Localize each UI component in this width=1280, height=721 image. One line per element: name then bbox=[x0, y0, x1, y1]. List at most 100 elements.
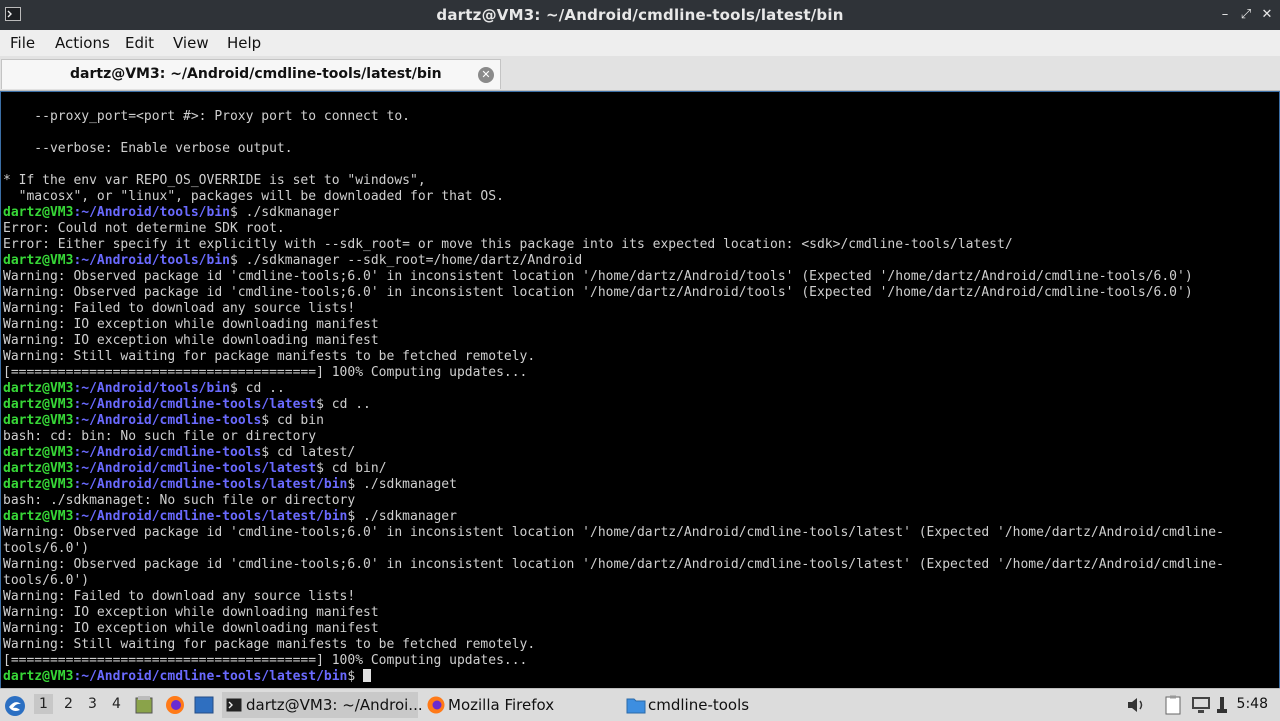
terminal-line: tools/6.0') bbox=[3, 541, 90, 556]
task-firefox[interactable]: Mozilla Firefox bbox=[424, 692, 614, 718]
terminal-line: Warning: IO exception while downloading … bbox=[3, 333, 379, 348]
terminal-line: bash: ./sdkmanaget: No such file or dire… bbox=[3, 493, 356, 508]
task-folder-label: cmdline-tools bbox=[648, 696, 750, 714]
start-menu-icon[interactable] bbox=[4, 695, 26, 717]
minimize-button[interactable]: – bbox=[1216, 6, 1234, 24]
terminal-tab[interactable]: dartz@VM3: ~/Android/cmdline-tools/lates… bbox=[1, 59, 501, 89]
command-text: $ cd bin/ bbox=[316, 461, 387, 476]
command-text: $ ./sdkmanager --sdk_root=/home/dartz/An… bbox=[230, 253, 583, 268]
terminal-line: --verbose: Enable verbose output. bbox=[3, 141, 293, 156]
tab-title: dartz@VM3: ~/Android/cmdline-tools/lates… bbox=[70, 66, 442, 82]
menu-view[interactable]: View bbox=[173, 34, 209, 52]
command-text: $ cd latest/ bbox=[261, 445, 356, 460]
firefox-launcher-icon[interactable] bbox=[164, 694, 186, 716]
maximize-button[interactable]: ⤢ bbox=[1237, 6, 1255, 24]
prompt-path: :~/Android/cmdline-tools bbox=[73, 413, 262, 428]
terminal-line: Warning: Observed package id 'cmdline-to… bbox=[3, 269, 1193, 284]
command-text: $ ./sdkmanaget bbox=[347, 477, 457, 492]
prompt-user: dartz@VM3 bbox=[3, 397, 74, 412]
menu-file[interactable]: File bbox=[10, 34, 35, 52]
prompt-user: dartz@VM3 bbox=[3, 477, 74, 492]
prompt-path: :~/Android/tools/bin bbox=[73, 205, 230, 220]
terminal-line: dartz@VM3:~/Android/cmdline-tools/latest… bbox=[3, 669, 1224, 685]
command-text: $ cd .. bbox=[316, 397, 371, 412]
terminal-line: bash: cd: bin: No such file or directory bbox=[3, 429, 317, 444]
terminal-line: dartz@VM3:~/Android/cmdline-tools$ cd bi… bbox=[3, 413, 1224, 429]
terminal-line: Warning: Still waiting for package manif… bbox=[3, 349, 536, 364]
clock: 5:48 bbox=[1236, 696, 1268, 712]
terminal-line: --proxy_port=<port #>: Proxy port to con… bbox=[3, 109, 410, 124]
terminal-line: Warning: Observed package id 'cmdline-to… bbox=[3, 525, 1224, 540]
task-terminal-label: dartz@VM3: ~/Androi... bbox=[246, 696, 423, 714]
terminal-line: dartz@VM3:~/Android/tools/bin$ cd .. bbox=[3, 381, 1224, 397]
terminal-line: Warning: IO exception while downloading … bbox=[3, 317, 379, 332]
prompt-user: dartz@VM3 bbox=[3, 669, 74, 684]
workspace-4[interactable]: 4 bbox=[112, 696, 121, 712]
folder-icon bbox=[626, 698, 646, 714]
terminal-line: "macosx", or "linux", packages will be d… bbox=[3, 189, 504, 204]
window-titlebar[interactable]: dartz@VM3: ~/Android/cmdline-tools/lates… bbox=[0, 0, 1280, 30]
terminal-output: --proxy_port=<port #>: Proxy port to con… bbox=[3, 109, 1224, 685]
menu-edit[interactable]: Edit bbox=[125, 34, 154, 52]
volume-icon[interactable] bbox=[1126, 697, 1146, 713]
terminal-line: dartz@VM3:~/Android/cmdline-tools/latest… bbox=[3, 477, 1224, 493]
menu-help[interactable]: Help bbox=[227, 34, 261, 52]
command-text: $ ./sdkmanager bbox=[230, 205, 340, 220]
command-text: $ ./sdkmanager bbox=[347, 509, 457, 524]
workspace-2[interactable]: 2 bbox=[64, 696, 73, 712]
terminal-line: dartz@VM3:~/Android/cmdline-tools/latest… bbox=[3, 397, 1224, 413]
command-text: $ cd bin bbox=[261, 413, 324, 428]
window-title: dartz@VM3: ~/Android/cmdline-tools/lates… bbox=[436, 6, 844, 24]
prompt-user: dartz@VM3 bbox=[3, 509, 74, 524]
terminal-line: Warning: IO exception while downloading … bbox=[3, 605, 379, 620]
terminal-line: tools/6.0') bbox=[3, 573, 90, 588]
terminal-line: Warning: Observed package id 'cmdline-to… bbox=[3, 557, 1224, 572]
close-window-button[interactable]: ✕ bbox=[1258, 6, 1276, 24]
tab-close-icon[interactable]: ✕ bbox=[478, 67, 494, 83]
terminal-line: dartz@VM3:~/Android/tools/bin$ ./sdkmana… bbox=[3, 205, 1224, 221]
task-folder[interactable]: cmdline-tools bbox=[624, 692, 804, 718]
terminal-line: dartz@VM3:~/Android/cmdline-tools/latest… bbox=[3, 461, 1224, 477]
terminal-line: Warning: Failed to download any source l… bbox=[3, 301, 356, 316]
task-terminal[interactable]: dartz@VM3: ~/Androi... bbox=[222, 692, 423, 718]
terminal-line: Warning: Failed to download any source l… bbox=[3, 589, 356, 604]
display-icon[interactable] bbox=[1191, 696, 1211, 714]
clipboard-icon[interactable] bbox=[1164, 695, 1182, 715]
command-text: $ bbox=[347, 669, 364, 684]
terminal-line: Error: Could not determine SDK root. bbox=[3, 221, 285, 236]
file-manager-launcher-icon[interactable] bbox=[135, 695, 153, 715]
command-text: $ cd .. bbox=[230, 381, 285, 396]
menu-actions[interactable]: Actions bbox=[55, 34, 110, 52]
terminal-line: * If the env var REPO_OS_OVERRIDE is set… bbox=[3, 173, 426, 188]
terminal-line: dartz@VM3:~/Android/tools/bin$ ./sdkmana… bbox=[3, 253, 1224, 269]
prompt-user: dartz@VM3 bbox=[3, 461, 74, 476]
terminal-line: dartz@VM3:~/Android/cmdline-tools$ cd la… bbox=[3, 445, 1224, 461]
prompt-path: :~/Android/cmdline-tools/latest/bin bbox=[73, 509, 348, 524]
workspace-1[interactable]: 1 bbox=[34, 694, 53, 714]
prompt-user: dartz@VM3 bbox=[3, 381, 74, 396]
prompt-user: dartz@VM3 bbox=[3, 445, 74, 460]
terminal-view[interactable]: --proxy_port=<port #>: Proxy port to con… bbox=[0, 91, 1280, 690]
terminal-line: dartz@VM3:~/Android/cmdline-tools/latest… bbox=[3, 509, 1224, 525]
terminal-icon bbox=[226, 698, 242, 712]
firefox-icon bbox=[427, 696, 445, 714]
prompt-user: dartz@VM3 bbox=[3, 253, 74, 268]
prompt-path: :~/Android/cmdline-tools/latest/bin bbox=[73, 669, 348, 684]
menu-bar: File Actions Edit View Help bbox=[0, 30, 1280, 56]
prompt-path: :~/Android/tools/bin bbox=[73, 253, 230, 268]
terminal-line: [=======================================… bbox=[3, 653, 528, 668]
power-icon[interactable] bbox=[1214, 695, 1230, 715]
desktop-launcher-icon[interactable] bbox=[194, 696, 214, 714]
terminal-line: Warning: IO exception while downloading … bbox=[3, 621, 379, 636]
prompt-path: :~/Android/cmdline-tools/latest bbox=[73, 397, 317, 412]
prompt-path: :~/Android/cmdline-tools bbox=[73, 445, 262, 460]
workspace-3[interactable]: 3 bbox=[88, 696, 97, 712]
terminal-line: Warning: Still waiting for package manif… bbox=[3, 637, 536, 652]
prompt-path: :~/Android/cmdline-tools/latest bbox=[73, 461, 317, 476]
taskbar: 1 2 3 4 dartz@VM3: ~/Androi... Mozilla F… bbox=[0, 688, 1280, 721]
prompt-user: dartz@VM3 bbox=[3, 413, 74, 428]
prompt-path: :~/Android/cmdline-tools/latest/bin bbox=[73, 477, 348, 492]
terminal-line: [=======================================… bbox=[3, 365, 528, 380]
